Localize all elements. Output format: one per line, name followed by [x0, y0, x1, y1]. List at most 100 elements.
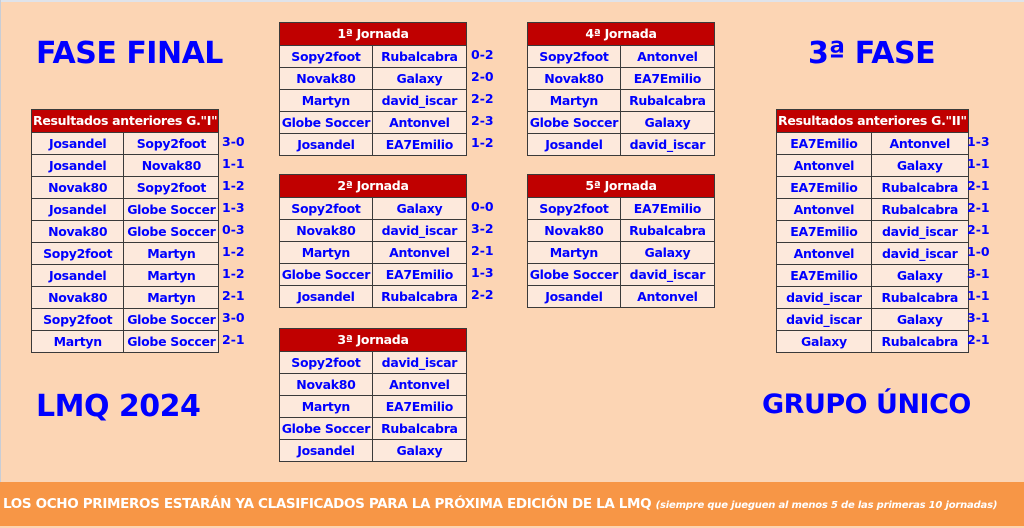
away-team-cell[interactable]: Galaxy	[619, 111, 716, 134]
home-team-cell[interactable]: Novak80	[279, 219, 373, 242]
away-team-cell[interactable]: Galaxy	[371, 197, 468, 220]
match-score[interactable]: 1-0	[967, 241, 990, 263]
home-team-cell[interactable]: Josandel	[30, 264, 125, 287]
home-team-cell[interactable]: Antonvel	[776, 154, 872, 177]
away-team-cell[interactable]: Galaxy	[371, 67, 468, 90]
home-team-cell[interactable]: Sopy2foot	[279, 351, 373, 374]
away-team-cell[interactable]: Globe Soccer	[123, 308, 220, 331]
away-team-cell[interactable]: Rubalcabra	[619, 89, 716, 112]
away-team-cell[interactable]: Galaxy	[870, 154, 969, 177]
away-team-cell[interactable]: Novak80	[123, 154, 220, 177]
home-team-cell[interactable]: Globe Soccer	[279, 417, 373, 440]
away-team-cell[interactable]: david_iscar	[619, 263, 716, 286]
home-team-cell[interactable]: Josandel	[30, 154, 125, 177]
home-team-cell[interactable]: Novak80	[30, 176, 125, 199]
match-score[interactable]: 1-3	[222, 197, 245, 219]
match-score[interactable]: 1-2	[471, 132, 494, 154]
match-score[interactable]: 2-1	[967, 219, 990, 241]
home-team-cell[interactable]: EA7Emilio	[776, 220, 872, 243]
home-team-cell[interactable]: Josandel	[30, 132, 125, 155]
away-team-cell[interactable]: Galaxy	[619, 241, 716, 264]
match-score[interactable]: 0-2	[471, 44, 494, 66]
match-score[interactable]: 0-3	[222, 219, 245, 241]
away-team-cell[interactable]: Antonvel	[870, 132, 969, 155]
away-team-cell[interactable]: Galaxy	[870, 308, 969, 331]
away-team-cell[interactable]: Rubalcabra	[371, 417, 468, 440]
home-team-cell[interactable]: EA7Emilio	[776, 176, 872, 199]
away-team-cell[interactable]: Rubalcabra	[371, 45, 468, 68]
away-team-cell[interactable]: Sopy2foot	[123, 132, 220, 155]
home-team-cell[interactable]: Sopy2foot	[30, 308, 125, 331]
home-team-cell[interactable]: Sopy2foot	[527, 45, 621, 68]
away-team-cell[interactable]: Rubalcabra	[870, 176, 969, 199]
match-score[interactable]: 3-0	[222, 307, 245, 329]
away-team-cell[interactable]: EA7Emilio	[619, 67, 716, 90]
away-team-cell[interactable]: Globe Soccer	[123, 330, 220, 353]
away-team-cell[interactable]: Martyn	[123, 264, 220, 287]
home-team-cell[interactable]: Josandel	[279, 439, 373, 462]
home-team-cell[interactable]: Novak80	[279, 373, 373, 396]
home-team-cell[interactable]: Galaxy	[776, 330, 872, 353]
home-team-cell[interactable]: Josandel	[30, 198, 125, 221]
home-team-cell[interactable]: Josandel	[279, 133, 373, 156]
away-team-cell[interactable]: david_iscar	[619, 133, 716, 156]
home-team-cell[interactable]: Josandel	[279, 285, 373, 308]
away-team-cell[interactable]: Antonvel	[619, 285, 716, 308]
home-team-cell[interactable]: Martyn	[527, 89, 621, 112]
home-team-cell[interactable]: david_iscar	[776, 308, 872, 331]
home-team-cell[interactable]: Josandel	[527, 285, 621, 308]
away-team-cell[interactable]: Globe Soccer	[123, 198, 220, 221]
away-team-cell[interactable]: david_iscar	[371, 351, 468, 374]
match-score[interactable]: 2-3	[471, 110, 494, 132]
home-team-cell[interactable]: Antonvel	[776, 198, 872, 221]
home-team-cell[interactable]: Josandel	[527, 133, 621, 156]
home-team-cell[interactable]: Sopy2foot	[279, 45, 373, 68]
away-team-cell[interactable]: EA7Emilio	[371, 395, 468, 418]
home-team-cell[interactable]: Martyn	[30, 330, 125, 353]
match-score[interactable]: 2-1	[222, 329, 245, 351]
match-score[interactable]: 1-3	[471, 262, 494, 284]
away-team-cell[interactable]: EA7Emilio	[371, 263, 468, 286]
match-score[interactable]: 2-2	[471, 88, 494, 110]
home-team-cell[interactable]: Sopy2foot	[30, 242, 125, 265]
match-score[interactable]: 3-2	[471, 218, 494, 240]
away-team-cell[interactable]: Antonvel	[371, 373, 468, 396]
match-score[interactable]: 1-2	[222, 241, 245, 263]
match-score[interactable]: 2-1	[222, 285, 245, 307]
home-team-cell[interactable]: EA7Emilio	[776, 132, 872, 155]
home-team-cell[interactable]: Novak80	[279, 67, 373, 90]
home-team-cell[interactable]: Novak80	[30, 286, 125, 309]
home-team-cell[interactable]: Martyn	[279, 395, 373, 418]
home-team-cell[interactable]: Antonvel	[776, 242, 872, 265]
away-team-cell[interactable]: Galaxy	[870, 264, 969, 287]
home-team-cell[interactable]: Globe Soccer	[527, 111, 621, 134]
match-score[interactable]: 3-1	[967, 307, 990, 329]
away-team-cell[interactable]: Antonvel	[371, 111, 468, 134]
home-team-cell[interactable]: Globe Soccer	[279, 263, 373, 286]
away-team-cell[interactable]: Galaxy	[371, 439, 468, 462]
match-score[interactable]: 0-0	[471, 196, 494, 218]
away-team-cell[interactable]: Rubalcabra	[371, 285, 468, 308]
away-team-cell[interactable]: Antonvel	[619, 45, 716, 68]
match-score[interactable]: 3-0	[222, 131, 245, 153]
match-score[interactable]: 2-1	[967, 329, 990, 351]
away-team-cell[interactable]: Rubalcabra	[870, 330, 969, 353]
home-team-cell[interactable]: Martyn	[279, 89, 373, 112]
home-team-cell[interactable]: Martyn	[279, 241, 373, 264]
home-team-cell[interactable]: Sopy2foot	[527, 197, 621, 220]
home-team-cell[interactable]: Sopy2foot	[279, 197, 373, 220]
away-team-cell[interactable]: david_iscar	[371, 219, 468, 242]
match-score[interactable]: 2-0	[471, 66, 494, 88]
home-team-cell[interactable]: Globe Soccer	[279, 111, 373, 134]
away-team-cell[interactable]: Rubalcabra	[870, 286, 969, 309]
away-team-cell[interactable]: Martyn	[123, 242, 220, 265]
match-score[interactable]: 2-2	[471, 284, 494, 306]
away-team-cell[interactable]: Rubalcabra	[870, 198, 969, 221]
match-score[interactable]: 1-2	[222, 263, 245, 285]
home-team-cell[interactable]: david_iscar	[776, 286, 872, 309]
away-team-cell[interactable]: Globe Soccer	[123, 220, 220, 243]
match-score[interactable]: 2-1	[967, 175, 990, 197]
away-team-cell[interactable]: EA7Emilio	[371, 133, 468, 156]
match-score[interactable]: 3-1	[967, 263, 990, 285]
away-team-cell[interactable]: david_iscar	[870, 242, 969, 265]
